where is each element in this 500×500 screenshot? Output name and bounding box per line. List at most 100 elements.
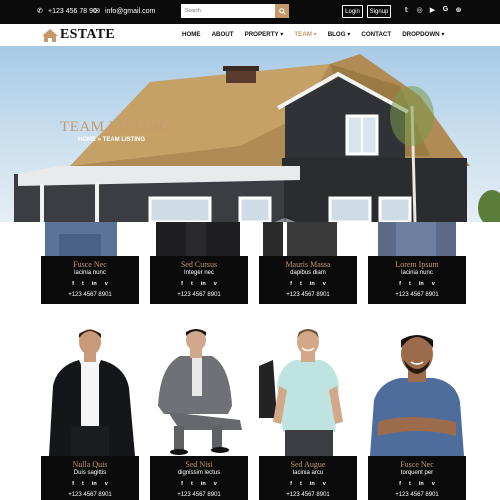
- facebook-icon[interactable]: f: [290, 281, 292, 287]
- member-social-links: f t in v: [259, 481, 357, 487]
- member-role: dapibus diam: [290, 270, 326, 276]
- nav-menu: HOME ABOUT PROPERTY ▾ TEAM ▾ BLOG ▾ CONT…: [182, 31, 455, 38]
- member-photo: [150, 222, 248, 256]
- member-social-links: f t in v: [368, 281, 466, 287]
- nav-about[interactable]: ABOUT: [212, 31, 234, 38]
- member-name: Sed Nisi: [185, 460, 213, 469]
- nav-dropdown[interactable]: DROPDOWN ▾: [402, 31, 444, 38]
- member-role: lacinia nunc: [401, 270, 433, 276]
- member-info: Fusce Nec lacinia nunc f t in v +123 456…: [41, 256, 139, 304]
- facebook-icon[interactable]: f: [181, 281, 183, 287]
- twitter-icon[interactable]: t: [300, 281, 302, 287]
- vimeo-icon[interactable]: v: [214, 481, 217, 487]
- page-title: TEAM LISTING: [60, 119, 171, 135]
- phone-text: +123 456 78 90: [48, 7, 97, 15]
- nav-blog[interactable]: BLOG ▾: [328, 31, 351, 38]
- twitter-icon[interactable]: t: [300, 481, 302, 487]
- linkedin-icon[interactable]: in: [92, 481, 97, 487]
- linkedin-icon[interactable]: in: [419, 281, 424, 287]
- twitter-icon[interactable]: t: [191, 281, 193, 287]
- member-social-links: f t in v: [150, 481, 248, 487]
- nav-team[interactable]: TEAM ▾: [294, 31, 316, 38]
- instagram-icon[interactable]: ◎: [416, 6, 423, 14]
- facebook-icon[interactable]: f: [72, 481, 74, 487]
- vimeo-icon[interactable]: v: [105, 481, 108, 487]
- member-phone: +123 4567 8901: [68, 492, 112, 498]
- twitter-icon[interactable]: t: [409, 281, 411, 287]
- member-social-links: f t in v: [368, 481, 466, 487]
- member-social-links: f t in v: [259, 281, 357, 287]
- vimeo-icon[interactable]: v: [432, 481, 435, 487]
- member-name: Nulla Quis: [72, 460, 108, 469]
- nav-home[interactable]: HOME: [182, 31, 201, 38]
- member-name: Fusce Nec: [73, 260, 107, 269]
- email-text: info@gmail.com: [105, 7, 156, 15]
- member-info: Sed Cursus Integer nec f t in v +123 456…: [150, 256, 248, 304]
- member-name: Sed Cursus: [180, 260, 218, 269]
- linkedin-icon[interactable]: in: [419, 481, 424, 487]
- member-phone: +123 4567 8901: [68, 292, 112, 298]
- member-role: lacinia nunc: [74, 270, 106, 276]
- member-photo: [259, 326, 357, 456]
- linkedin-icon[interactable]: in: [201, 281, 206, 287]
- member-role: torquent per: [400, 470, 434, 476]
- main-navbar: ESTATE HOME ABOUT PROPERTY ▾ TEAM ▾ BLOG…: [0, 24, 500, 46]
- member-name: Lorem Ipsum: [395, 260, 439, 269]
- member-name: Sed Augue: [290, 460, 326, 469]
- signup-button[interactable]: Signup: [367, 5, 391, 18]
- vimeo-icon[interactable]: v: [323, 481, 326, 487]
- member-social-links: f t in v: [150, 281, 248, 287]
- member-social-links: f t in v: [41, 481, 139, 487]
- member-role: lacinia arcu: [292, 470, 324, 476]
- linkedin-icon[interactable]: in: [310, 281, 315, 287]
- search-input[interactable]: [181, 4, 275, 18]
- member-phone: +123 4567 8901: [177, 292, 221, 298]
- member-info: Sed Augue lacinia arcu f t in v +123 456…: [259, 456, 357, 500]
- facebook-icon[interactable]: f: [399, 281, 401, 287]
- nav-contact[interactable]: CONTACT: [361, 31, 391, 38]
- team-section: Fusce Nec lacinia nunc f t in v +123 456…: [0, 222, 500, 500]
- vimeo-icon[interactable]: v: [105, 281, 108, 287]
- member-photo: [368, 222, 466, 256]
- vimeo-icon[interactable]: v: [432, 281, 435, 287]
- phone-contact[interactable]: ✆ +123 456 78 90: [36, 7, 97, 16]
- login-button[interactable]: Login: [342, 5, 363, 18]
- member-social-links: f t in v: [41, 281, 139, 287]
- search-box: [181, 4, 289, 18]
- facebook-icon[interactable]: f: [399, 481, 401, 487]
- member-photo: [41, 222, 139, 256]
- facebook-icon[interactable]: f: [181, 481, 183, 487]
- search-icon: [278, 7, 286, 15]
- linkedin-icon[interactable]: in: [201, 481, 206, 487]
- house-logo-icon: [42, 29, 58, 42]
- twitter-icon[interactable]: t: [409, 481, 411, 487]
- search-button[interactable]: [275, 4, 289, 18]
- facebook-icon[interactable]: f: [290, 481, 292, 487]
- facebook-icon[interactable]: f: [72, 281, 74, 287]
- member-photo: [259, 222, 357, 256]
- member-info: Sed Nisi dignissim lectus f t in v +123 …: [150, 456, 248, 500]
- twitter-icon[interactable]: t: [82, 481, 84, 487]
- member-info: Mauris Massa dapibus diam f t in v +123 …: [259, 256, 357, 304]
- vimeo-icon[interactable]: v: [323, 281, 326, 287]
- phone-icon: ✆: [37, 8, 43, 15]
- email-contact[interactable]: ✉ info@gmail.com: [93, 7, 156, 16]
- twitter-icon[interactable]: 𝕥: [403, 6, 410, 14]
- social-links: 𝕥 ◎ ▶ G ⊛: [403, 6, 462, 14]
- vimeo-icon[interactable]: v: [214, 281, 217, 287]
- nav-property[interactable]: PROPERTY ▾: [245, 31, 284, 38]
- youtube-icon[interactable]: ▶: [429, 6, 436, 14]
- google-icon[interactable]: G: [442, 6, 449, 14]
- twitter-icon[interactable]: t: [191, 481, 193, 487]
- member-phone: +123 4567 8901: [286, 292, 330, 298]
- member-phone: +123 4567 8901: [395, 292, 439, 298]
- linkedin-icon[interactable]: in: [92, 281, 97, 287]
- twitter-icon[interactable]: t: [82, 281, 84, 287]
- member-role: dignissim lectus: [177, 470, 221, 476]
- linkedin-icon[interactable]: in: [310, 481, 315, 487]
- site-logo[interactable]: ESTATE: [41, 27, 115, 43]
- dribbble-icon[interactable]: ⊛: [455, 6, 462, 14]
- member-phone: +123 4567 8901: [286, 492, 330, 498]
- logo-text: ESTATE: [60, 27, 115, 42]
- breadcrumb[interactable]: HOME » TEAM LISTING: [78, 137, 145, 143]
